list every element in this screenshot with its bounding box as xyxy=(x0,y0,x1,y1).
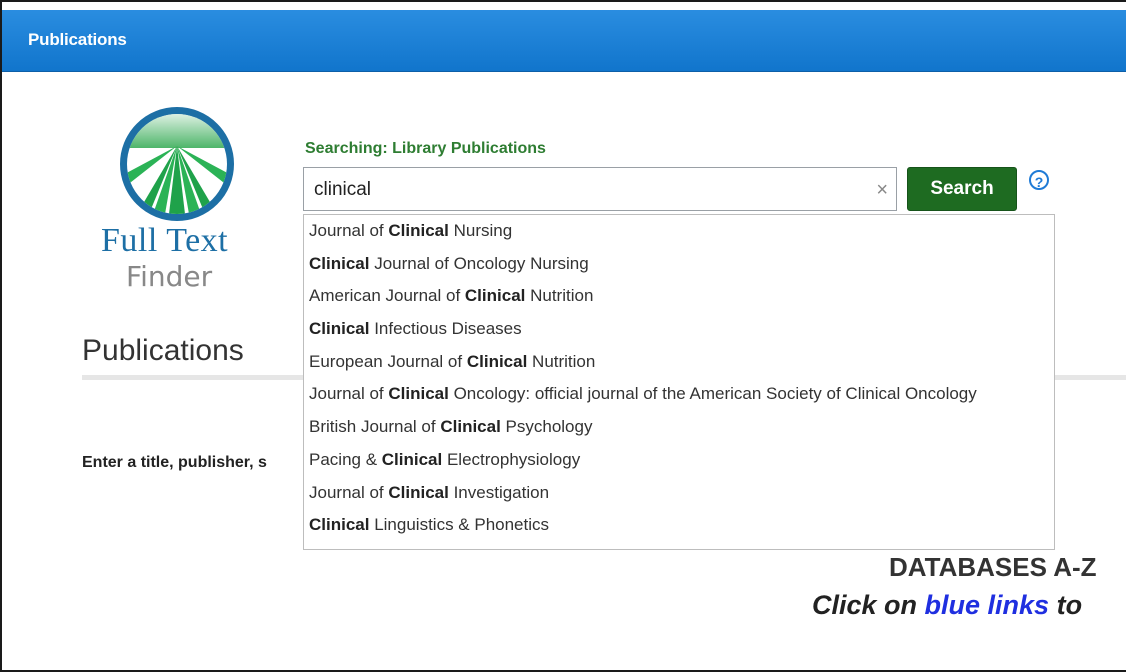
search-box: × xyxy=(303,167,897,211)
suggestion-item[interactable]: Journal of Clinical Nursing xyxy=(304,215,1054,248)
suggestion-item[interactable]: Journal of Clinical Investigation xyxy=(304,477,1054,510)
logo-text-full-text: Full Text xyxy=(101,222,229,259)
searching-scope-label: Searching: Library Publications xyxy=(305,140,546,157)
instruction-text: Enter a title, publisher, s xyxy=(82,454,267,471)
header-bar: Publications xyxy=(2,10,1126,72)
autocomplete-dropdown: Journal of Clinical Nursing Clinical Jou… xyxy=(303,214,1055,550)
suggestion-item[interactable]: Pacing & Clinical Electrophysiology xyxy=(304,444,1054,477)
blue-links-link[interactable]: blue links xyxy=(925,590,1050,620)
search-input[interactable] xyxy=(314,178,854,202)
suggestion-item[interactable]: Journal of Clinical Oncology: official j… xyxy=(304,378,1054,411)
help-icon[interactable]: ? xyxy=(1029,170,1049,190)
clear-icon[interactable]: × xyxy=(876,180,888,200)
app-frame: Publications Full Text Finder Searching:… xyxy=(0,0,1126,672)
suggestion-item[interactable]: Clinical Journal of Oncology Nursing xyxy=(304,248,1054,281)
full-text-finder-logo-icon xyxy=(120,107,234,221)
suggestion-item[interactable]: Clinical Infectious Diseases xyxy=(304,313,1054,346)
databases-heading: DATABASES A-Z xyxy=(889,552,1097,582)
header-title: Publications xyxy=(28,30,127,49)
page-title: Publications xyxy=(82,334,244,367)
suggestion-item[interactable]: British Journal of Clinical Psychology xyxy=(304,411,1054,444)
logo-text-finder: Finder xyxy=(126,260,213,293)
suggestion-item[interactable]: American Journal of Clinical Nutrition xyxy=(304,280,1054,313)
suggestion-item[interactable]: Clinical Linguistics & Phonetics xyxy=(304,509,1054,542)
suggestion-item[interactable]: European Journal of Clinical Nutrition xyxy=(304,346,1054,379)
databases-instruction: Click on blue links to xyxy=(812,590,1083,620)
search-button[interactable]: Search xyxy=(907,167,1017,211)
